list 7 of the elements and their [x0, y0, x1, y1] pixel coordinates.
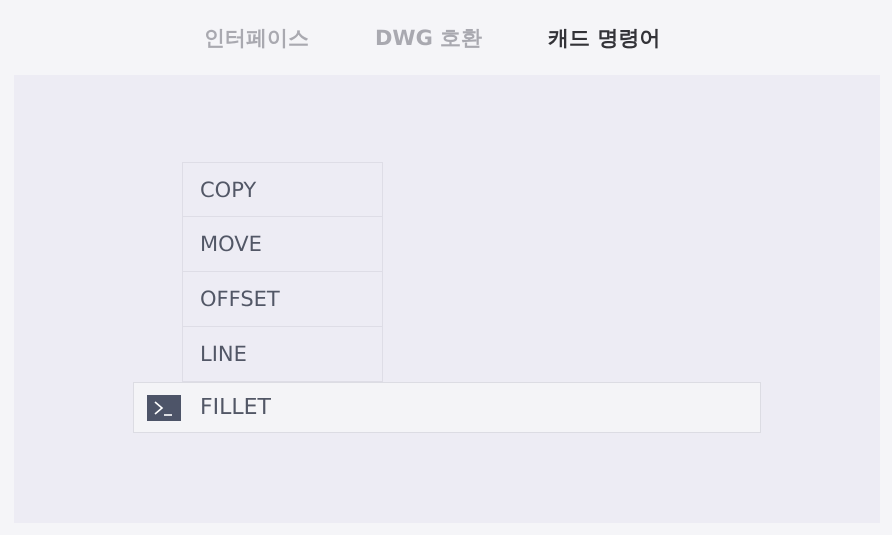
command-input[interactable]: FILLET: [200, 395, 760, 420]
command-item[interactable]: MOVE: [182, 217, 383, 272]
tab[interactable]: 캐드 명령어: [548, 24, 660, 52]
terminal-icon: [147, 394, 181, 420]
command-item[interactable]: OFFSET: [182, 272, 383, 327]
command-field[interactable]: FILLET: [133, 382, 761, 433]
command-item[interactable]: COPY: [182, 162, 383, 217]
